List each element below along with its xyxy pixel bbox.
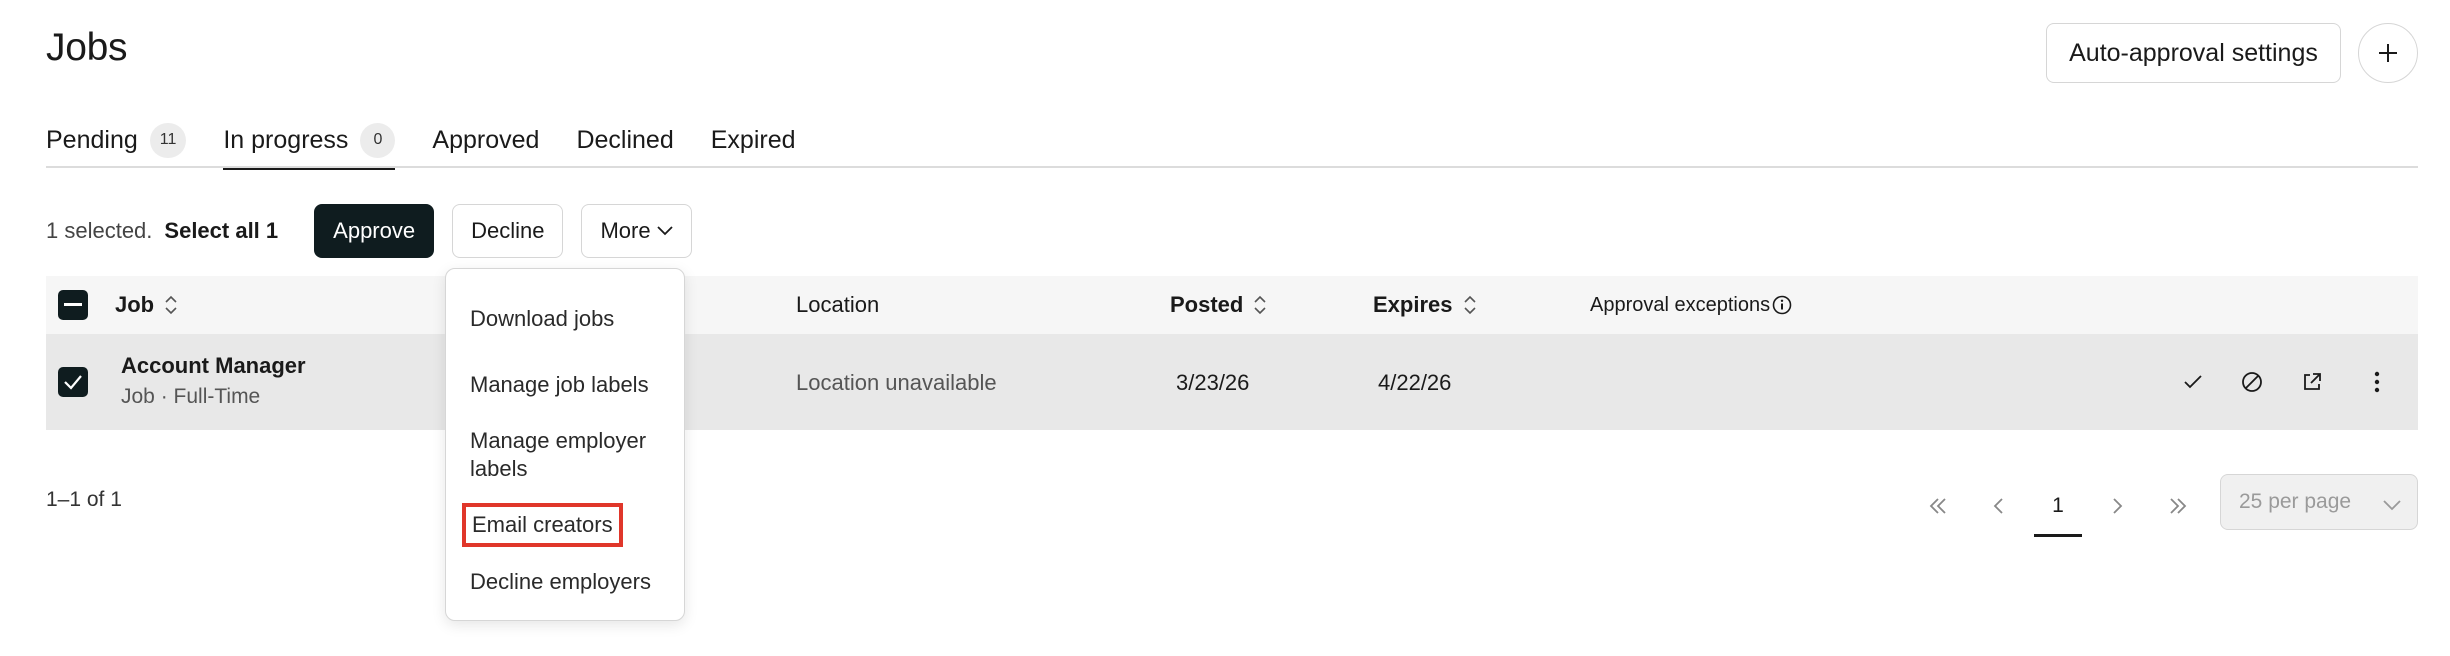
decline-row-button[interactable] — [2236, 366, 2268, 398]
chevron-down-icon — [656, 225, 673, 236]
column-header-approval-exceptions: Approval exceptions — [1590, 276, 1792, 334]
table-header: Job Location Posted Expires Approval exc… — [46, 276, 2418, 334]
bulk-action-bar: 1 selected. Select all 1 Approve Decline… — [46, 203, 710, 258]
per-page-value: 25 per page — [2239, 490, 2352, 513]
first-page-button[interactable] — [1914, 478, 1962, 534]
plus-icon — [2379, 44, 2397, 62]
previous-page-button[interactable] — [1974, 478, 2022, 534]
column-label: Approval exceptions — [1590, 293, 1771, 316]
info-icon[interactable] — [1772, 295, 1792, 315]
sort-icon — [1463, 295, 1477, 315]
tabs-divider — [46, 166, 2418, 168]
row-menu-button[interactable] — [2361, 366, 2393, 398]
tab-expired[interactable]: Expired — [711, 115, 796, 165]
job-status-tabs: Pending 11 In progress 0 Approved Declin… — [46, 115, 833, 170]
menu-item-manage-employer-labels[interactable]: Manage employer labels — [470, 427, 670, 483]
menu-item-download-jobs[interactable]: Download jobs — [470, 305, 614, 333]
approve-button[interactable]: Approve — [314, 203, 435, 258]
menu-item-email-creators[interactable]: Email creators — [462, 503, 623, 547]
tab-label: Expired — [710, 125, 796, 154]
column-label: Job — [115, 292, 155, 317]
column-label: Posted — [1170, 292, 1244, 317]
tab-label: Approved — [432, 125, 540, 154]
column-label: Expires — [1373, 292, 1453, 317]
tab-count-badge: 11 — [149, 122, 187, 158]
menu-item-decline-employers[interactable]: Decline employers — [470, 568, 651, 596]
tab-pending[interactable]: Pending 11 — [46, 115, 187, 165]
tab-approved[interactable]: Approved — [432, 115, 539, 165]
next-page-button[interactable] — [2094, 478, 2142, 534]
tab-label: Pending — [46, 125, 138, 154]
column-header-expires[interactable]: Expires — [1373, 276, 1477, 334]
tab-label: Declined — [576, 125, 674, 154]
block-icon — [2242, 372, 2262, 392]
select-all-checkbox[interactable] — [58, 290, 88, 320]
check-icon — [2184, 375, 2202, 389]
column-header-job[interactable]: Job — [115, 276, 178, 334]
open-external-button[interactable] — [2296, 366, 2328, 398]
sort-icon — [1253, 295, 1267, 315]
selected-count: 1 selected. — [46, 217, 153, 243]
row-checkbox[interactable] — [58, 367, 88, 397]
check-icon — [64, 375, 82, 390]
page-title: Jobs — [46, 26, 128, 69]
tab-in-progress[interactable]: In progress 0 — [223, 115, 396, 170]
add-job-button[interactable] — [2358, 23, 2418, 83]
auto-approval-settings-button[interactable]: Auto-approval settings — [2046, 23, 2341, 83]
sort-icon — [164, 295, 178, 315]
column-header-location: Location — [796, 292, 880, 317]
external-link-icon — [2304, 373, 2321, 390]
job-expires-date: 4/22/26 — [1378, 370, 1452, 395]
more-vertical-icon — [2374, 371, 2380, 393]
current-page[interactable]: 1 — [2034, 478, 2082, 534]
tab-count-badge: 0 — [360, 122, 396, 158]
tab-declined[interactable]: Declined — [576, 115, 673, 165]
chevrons-right-icon — [2170, 498, 2187, 514]
last-page-button[interactable] — [2154, 478, 2202, 534]
decline-button[interactable]: Decline — [452, 203, 564, 258]
results-range: 1–1 of 1 — [46, 488, 122, 511]
menu-item-manage-job-labels[interactable]: Manage job labels — [470, 371, 649, 399]
current-page-indicator — [2034, 534, 2082, 537]
approve-row-button[interactable] — [2177, 366, 2209, 398]
chevron-down-icon — [2383, 493, 2401, 517]
job-location: Location unavailable — [796, 370, 997, 395]
select-all-link[interactable]: Select all 1 — [164, 218, 278, 244]
job-subtitle: Job · Full-Time — [121, 385, 261, 408]
chevron-left-icon — [1993, 498, 2003, 514]
column-header-posted[interactable]: Posted — [1170, 276, 1267, 334]
more-label: More — [600, 217, 651, 243]
tab-label: In progress — [223, 125, 349, 154]
per-page-select[interactable]: 25 per page — [2220, 474, 2418, 530]
more-button[interactable]: More — [581, 203, 692, 258]
table-row[interactable]: Account Manager Job · Full-Time Location… — [46, 334, 2418, 430]
chevron-right-icon — [2113, 498, 2123, 514]
job-title[interactable]: Account Manager — [121, 353, 306, 379]
job-posted-date: 3/23/26 — [1176, 370, 1250, 395]
chevrons-left-icon — [1929, 498, 1946, 514]
more-actions-menu: Download jobs Manage job labels Manage e… — [445, 268, 685, 621]
minus-icon — [64, 303, 82, 306]
